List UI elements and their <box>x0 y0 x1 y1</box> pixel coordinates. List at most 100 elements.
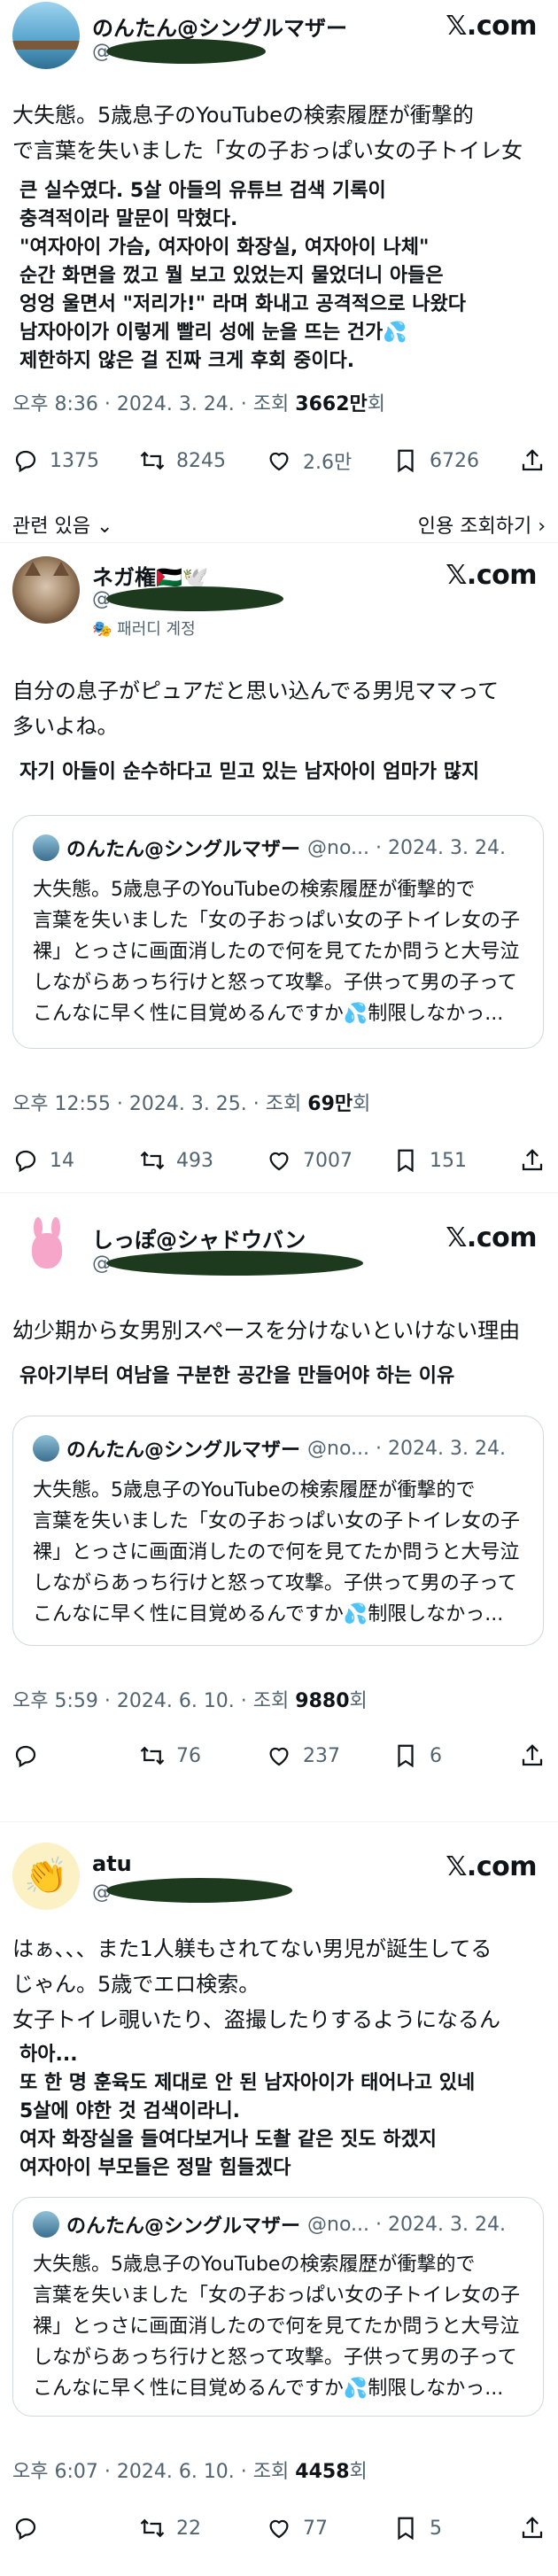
reply-count: 14 <box>50 1149 74 1172</box>
related-filter[interactable]: 관련 있음 ⌄ <box>12 510 112 539</box>
tweet-meta: 오후 6:07 · 2024. 6. 10. · 조회 4458회 <box>12 2456 368 2484</box>
quote-avatar <box>33 834 59 861</box>
share-button[interactable] <box>519 2515 546 2541</box>
like-count: 2.6만 <box>303 452 353 474</box>
avatar[interactable] <box>12 1214 80 1281</box>
reply-button[interactable] <box>12 2515 101 2541</box>
tweet-text: 自分の息子がピュアだと思い込んでる男児ママって 多いよね。 <box>12 679 500 739</box>
tweet-meta: 오후 5:59 · 2024. 6. 10. · 조회 9880회 <box>12 1685 368 1713</box>
bookmark-button[interactable]: 151 <box>392 1147 481 1174</box>
bookmark-count: 5 <box>430 2517 442 2540</box>
retweet-icon <box>140 2518 165 2538</box>
quote-header: のんたん@シングルマザー @no... · 2024. 3. 24. <box>33 2210 506 2238</box>
bookmark-button[interactable]: 6 <box>392 1742 481 1769</box>
retweet-button[interactable]: 493 <box>139 1147 228 1174</box>
heart-icon <box>269 452 289 471</box>
reply-icon <box>15 1745 36 1768</box>
heart-icon <box>269 1747 289 1766</box>
reply-count: 1375 <box>50 449 99 472</box>
author-name[interactable]: atu <box>92 1851 132 1876</box>
action-bar: 22 77 5 <box>12 2510 546 2546</box>
tweet-3[interactable]: しっぽ@シャドウバン @ 𝕏.com 幼少期から女男別スペースを分けないといけな… <box>0 1214 558 1816</box>
quote-author: のんたん@シングルマザー <box>66 839 301 861</box>
divider <box>0 1192 558 1193</box>
heart-icon <box>269 2519 289 2539</box>
retweet-count: 8245 <box>176 449 226 472</box>
quote-avatar <box>33 1435 59 1462</box>
action-bar: 76 237 6 <box>12 1738 546 1773</box>
tweet-meta: 오후 8:36 · 2024. 3. 24. · 조회 3662만회 <box>12 388 385 416</box>
reply-button[interactable]: 1375 <box>12 447 101 474</box>
quote-author: のんたん@シングルマザー <box>66 2215 301 2238</box>
like-button[interactable]: 237 <box>266 1742 354 1769</box>
share-icon <box>522 2517 543 2539</box>
like-button[interactable]: 2.6만 <box>266 446 354 475</box>
share-button[interactable] <box>519 1147 546 1174</box>
redaction <box>106 1878 292 1903</box>
author-name[interactable]: しっぽ@シャドウバン <box>92 1222 306 1253</box>
parody-label: 패러디 계정 <box>117 620 196 639</box>
translation-text: 큰 실수였다. 5살 아들의 유튜브 검색 기록이 충격적이라 말문이 막혔다.… <box>19 180 466 372</box>
redaction <box>106 1251 363 1276</box>
quote-handle: @no... · 2024. 3. 24. <box>307 2213 506 2236</box>
like-button[interactable]: 77 <box>266 2515 354 2541</box>
bookmark-icon <box>398 1149 414 1173</box>
bunny-body <box>32 1233 62 1269</box>
bookmark-count: 6 <box>430 1744 442 1767</box>
view-count: 9880 <box>295 1690 350 1712</box>
bookmark-button[interactable]: 6726 <box>392 447 481 474</box>
pier-image <box>12 41 80 50</box>
timestamp: 오후 5:59 · 2024. 6. 10. · 조회 <box>12 1690 296 1712</box>
x-logo: 𝕏.com <box>446 1851 537 1882</box>
tweet-4[interactable]: 👏 atu @ 𝕏.com はぁ、、、また1人躾もされてない男児が誕生してる じ… <box>0 1843 558 2576</box>
bookmark-button[interactable]: 5 <box>392 2515 481 2541</box>
quote-handle: @no... · 2024. 3. 24. <box>307 1437 506 1460</box>
translation-text: 하아... 또 한 명 훈육도 제대로 안 된 남자아이가 태어나고 있네 5살… <box>19 2044 476 2179</box>
retweet-button[interactable]: 76 <box>139 1742 228 1769</box>
reply-icon <box>15 1150 36 1173</box>
share-button[interactable] <box>519 447 546 474</box>
reply-button[interactable] <box>12 1742 101 1769</box>
quoted-tweet[interactable]: のんたん@シングルマザー @no... · 2024. 3. 24. 大失態。5… <box>12 815 544 1049</box>
author-name[interactable]: のんたん@シングルマザー <box>92 11 347 42</box>
quoted-tweet[interactable]: のんたん@シングルマザー @no... · 2024. 3. 24. 大失態。5… <box>12 2197 544 2417</box>
avatar[interactable] <box>12 2 80 69</box>
avatar[interactable] <box>12 556 80 624</box>
avatar[interactable]: 👏 <box>12 1843 80 1910</box>
tweet-text: はぁ、、、また1人躾もされてない男児が誕生してる じゃん。5歳でエロ検索。 女子… <box>12 1936 501 2032</box>
like-count: 237 <box>303 1744 340 1767</box>
divider <box>0 542 558 543</box>
x-logo: 𝕏.com <box>446 11 537 42</box>
retweet-icon <box>140 1151 165 1170</box>
timestamp: 오후 8:36 · 2024. 3. 24. · 조회 <box>12 393 296 415</box>
like-button[interactable]: 7007 <box>266 1147 354 1174</box>
bookmark-count: 151 <box>430 1149 467 1172</box>
reply-button[interactable]: 14 <box>12 1147 101 1174</box>
quoted-tweet[interactable]: のんたん@シングルマザー @no... · 2024. 3. 24. 大失態。5… <box>12 1416 544 1646</box>
quote-header: のんたん@シングルマザー @no... · 2024. 3. 24. <box>33 1434 506 1463</box>
timestamp: 오후 12:55 · 2024. 3. 25. · 조회 <box>12 1093 308 1115</box>
parody-icon: 🎭 <box>92 620 118 639</box>
cat-ear-right <box>53 562 69 576</box>
quote-text: 大失態。5歳息子のYouTubeの検索履歴が衝撃的で 言葉を失いました「女の子お… <box>33 2254 521 2400</box>
tweet-meta: 오후 12:55 · 2024. 3. 25. · 조회 69만회 <box>12 1088 370 1116</box>
retweet-button[interactable]: 8245 <box>139 447 228 474</box>
tweet-2[interactable]: ネガ権🇵🇸🕊️ @ 🎭 패러디 계정 𝕏.com 自分の息子がピュアだと思い込ん… <box>0 549 558 1187</box>
retweet-icon <box>140 451 165 470</box>
tweet-1[interactable]: のんたん@シングルマザー @ 𝕏.com 大失態。5歳息子のYouTubeの検索… <box>0 0 558 514</box>
cat-ear-left <box>25 562 41 576</box>
heart-icon <box>269 1152 289 1171</box>
retweet-button[interactable]: 22 <box>139 2515 228 2541</box>
x-logo: 𝕏.com <box>446 1222 537 1253</box>
bookmark-icon <box>398 449 414 473</box>
view-quotes-link[interactable]: 인용 조회하기 › <box>418 510 546 539</box>
retweet-count: 493 <box>176 1149 213 1172</box>
share-button[interactable] <box>519 1742 546 1769</box>
quote-text: 大失態。5歳息子のYouTubeの検索履歴が衝撃的で 言葉を失いました「女の子お… <box>33 879 521 1025</box>
clapping-hands-icon: 👏 <box>24 1856 68 1897</box>
x-logo: 𝕏.com <box>446 560 537 591</box>
view-count: 69만 <box>307 1093 353 1115</box>
share-icon <box>522 1149 543 1171</box>
tweet-text: 幼少期から女男別スペースを分けないといけない理由 <box>12 1318 521 1343</box>
quote-text: 大失態。5歳息子のYouTubeの検索履歴が衝撃的で 言葉を失いました「女の子お… <box>33 1479 521 1626</box>
